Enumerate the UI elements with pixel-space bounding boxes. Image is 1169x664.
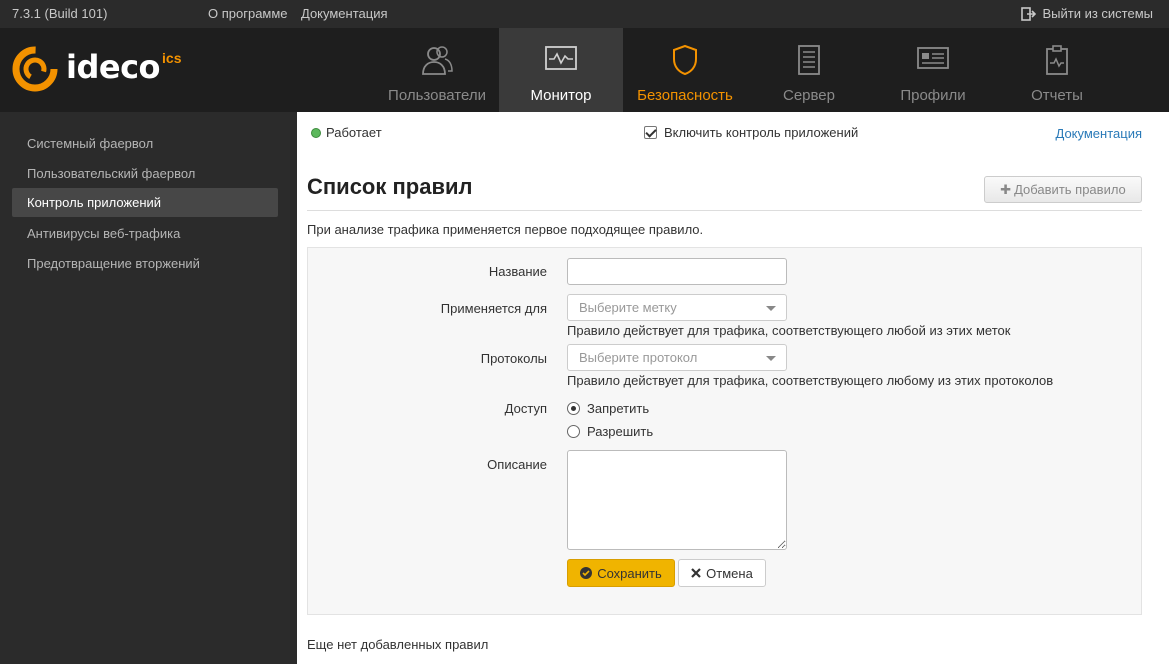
nav-users-label: Пользователи — [388, 87, 486, 104]
nav-monitor-label: Монитор — [530, 87, 592, 104]
nav-profiles-label: Профили — [900, 87, 966, 104]
monitor-icon — [545, 46, 577, 70]
rules-hint: При анализе трафика применяется первое п… — [307, 222, 704, 237]
shield-icon — [673, 44, 697, 76]
version-text: 7.3.1 (Build 101) — [12, 6, 108, 21]
sidebar: Системный фаервол Пользовательский фаерв… — [0, 112, 297, 664]
nav-users[interactable]: Пользователи — [375, 28, 499, 112]
main-nav: Пользователи Монитор Безопасность Сервер… — [375, 28, 1119, 112]
access-deny-radio[interactable]: Запретить — [567, 401, 649, 416]
nav-reports[interactable]: Отчеты — [995, 28, 1119, 112]
server-icon — [798, 45, 820, 75]
protocols-select[interactable]: Выберите протокол — [567, 344, 787, 371]
nav-monitor[interactable]: Монитор — [499, 28, 623, 112]
nav-reports-label: Отчеты — [1031, 87, 1083, 104]
access-allow-radio[interactable]: Разрешить — [567, 424, 653, 439]
nav-security[interactable]: Безопасность — [623, 28, 747, 112]
chevron-down-icon — [766, 356, 776, 361]
access-deny-label: Запретить — [587, 401, 650, 416]
sidebar-item-intrusion-prevention[interactable]: Предотвращение вторжений — [12, 249, 278, 278]
sidebar-item-system-firewall[interactable]: Системный фаервол — [12, 129, 278, 158]
applies-help: Правило действует для трафика, соответст… — [567, 323, 1011, 338]
description-textarea[interactable] — [567, 450, 787, 550]
protocols-placeholder: Выберите протокол — [579, 350, 698, 365]
check-circle-icon — [580, 567, 593, 579]
status-text: Работает — [326, 125, 382, 140]
cancel-label: Отмена — [706, 565, 753, 581]
sidebar-item-user-firewall[interactable]: Пользовательский фаервол — [12, 159, 278, 188]
applies-label: Применяется для — [440, 301, 547, 316]
nav-security-label: Безопасность — [637, 87, 733, 104]
status-dot-icon — [311, 127, 321, 138]
logo-suffix: ics — [162, 50, 182, 66]
description-label: Описание — [487, 457, 547, 472]
save-label: Сохранить — [597, 565, 662, 581]
logout-link[interactable]: Выйти из системы — [1021, 6, 1153, 21]
top-docs-link[interactable]: Документация — [301, 6, 388, 21]
close-icon — [691, 568, 701, 578]
about-link[interactable]: О программе — [208, 6, 288, 21]
logo-word: ideco — [66, 48, 161, 86]
main-content: Работает Включить контроль приложений До… — [297, 112, 1169, 664]
save-button[interactable]: Сохранить — [567, 559, 675, 587]
ideco-logo-icon — [12, 46, 58, 92]
sidebar-item-app-control[interactable]: Контроль приложений — [12, 188, 278, 217]
status-indicator: Работает — [311, 125, 382, 140]
radio-selected-icon[interactable] — [567, 402, 580, 415]
plus-icon: ✚ — [1000, 182, 1012, 197]
enable-label: Включить контроль приложений — [664, 125, 859, 140]
chevron-down-icon — [766, 306, 776, 311]
nav-server-label: Сервер — [782, 87, 835, 104]
empty-rules-text: Еще нет добавленных правил — [307, 637, 489, 652]
enable-checkbox[interactable] — [644, 126, 657, 139]
applies-placeholder: Выберите метку — [579, 300, 677, 315]
header: ideco ics Пользователи Монитор Безопасно… — [0, 28, 1169, 112]
profile-card-icon — [917, 47, 949, 69]
access-allow-label: Разрешить — [587, 424, 654, 439]
applies-select[interactable]: Выберите метку — [567, 294, 787, 321]
nav-server[interactable]: Сервер — [747, 28, 871, 112]
protocols-help: Правило действует для трафика, соответст… — [567, 373, 1054, 388]
nav-profiles[interactable]: Профили — [871, 28, 995, 112]
logout-icon — [1021, 6, 1037, 21]
top-bar: 7.3.1 (Build 101) О программе Документац… — [0, 0, 1169, 28]
enable-app-control-toggle[interactable]: Включить контроль приложений — [644, 125, 858, 140]
access-label: Доступ — [504, 401, 547, 416]
name-input[interactable] — [567, 258, 787, 285]
users-icon — [422, 46, 453, 75]
cancel-button[interactable]: Отмена — [678, 559, 766, 587]
title-divider — [307, 210, 1142, 211]
protocols-label: Протоколы — [480, 351, 547, 366]
radio-unselected-icon[interactable] — [567, 425, 580, 438]
sidebar-item-web-antivirus[interactable]: Антивирусы веб-трафика — [12, 219, 278, 248]
name-label: Название — [488, 264, 547, 279]
logout-label: Выйти из системы — [1042, 6, 1153, 21]
add-rule-button[interactable]: ✚ Добавить правило — [984, 176, 1142, 203]
add-rule-label: Добавить правило — [1014, 182, 1126, 197]
logo[interactable]: ideco ics — [12, 46, 182, 92]
documentation-link[interactable]: Документация — [1056, 126, 1143, 141]
rule-form: Название Применяется для Выберите метку … — [307, 247, 1142, 615]
page-title: Список правил — [307, 174, 473, 199]
clipboard-icon — [1046, 45, 1068, 75]
